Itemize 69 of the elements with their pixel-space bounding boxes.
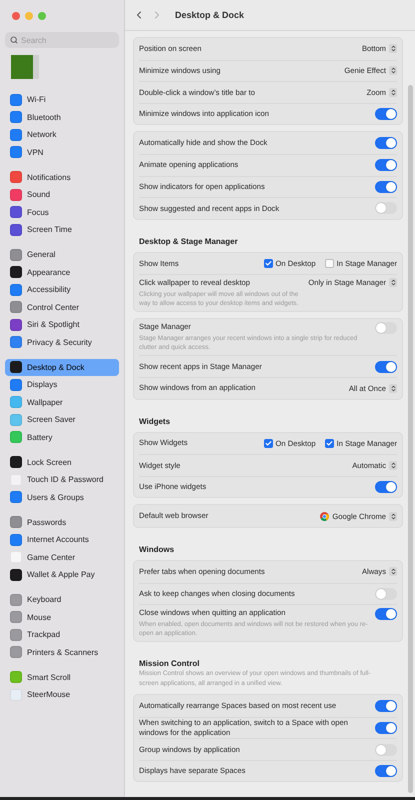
stepper-icon	[389, 278, 397, 288]
toggle-switch[interactable]	[375, 700, 397, 712]
toggle-switch[interactable]	[375, 744, 397, 756]
checkbox-box[interactable]	[264, 259, 273, 268]
sidebar-item[interactable]: VPN	[5, 144, 119, 161]
stepper-icon	[389, 66, 397, 76]
sidebar-item[interactable]: Privacy & Security	[5, 334, 119, 351]
sidebar-item[interactable]: Smart Scroll	[5, 668, 119, 686]
sidebar-item[interactable]: Network	[5, 126, 119, 144]
search-icon	[10, 36, 18, 44]
toggle-switch[interactable]	[375, 481, 397, 494]
sidebar-item[interactable]: Notifications	[5, 168, 119, 186]
sidebar-item[interactable]: Screen Saver	[5, 411, 119, 428]
stepper-icon	[389, 88, 397, 97]
sidebar-item[interactable]: Passwords	[5, 514, 119, 531]
sidebar-item[interactable]: SteerMouse	[5, 686, 119, 704]
sidebar-item[interactable]: Touch ID & Password	[5, 471, 119, 488]
browser-icon	[320, 512, 330, 521]
sidebar-item[interactable]: Control Center	[5, 298, 119, 316]
toggle-switch[interactable]	[375, 108, 397, 120]
sidebar-item[interactable]: Bluetooth	[5, 108, 119, 126]
sidebar-item[interactable]: General	[5, 246, 119, 264]
section-heading: Mission Control	[138, 658, 200, 668]
search-bar[interactable]: Search	[5, 32, 119, 48]
stepper-icon	[389, 384, 397, 393]
toggle-switch[interactable]	[375, 137, 397, 150]
section-heading: Widgets	[138, 416, 172, 426]
sidebar-item[interactable]: Wi-Fi	[5, 91, 119, 108]
stepper-icon	[389, 44, 397, 54]
sidebar-item[interactable]: Printers & Scanners	[5, 644, 119, 661]
sidebar-item[interactable]: Internet Accounts	[5, 531, 119, 548]
stepper-icon	[389, 512, 397, 521]
toggle-switch[interactable]	[375, 180, 397, 193]
sidebar-item[interactable]: Displays	[5, 376, 119, 394]
sidebar-item[interactable]: Appearance	[5, 264, 119, 281]
sidebar-item[interactable]: Battery	[5, 428, 119, 446]
sidebar-item[interactable]: Game Center	[5, 548, 119, 566]
stepper-icon	[389, 567, 397, 576]
sidebar-item[interactable]: Focus	[5, 204, 119, 221]
sidebar-item[interactable]: Screen Time	[5, 221, 119, 238]
sidebar-item[interactable]: Users & Groups	[5, 488, 119, 506]
sidebar-item[interactable]: Keyboard	[5, 591, 119, 608]
checkbox-box[interactable]	[324, 259, 334, 268]
checkbox-box[interactable]	[324, 438, 334, 448]
sidebar-item[interactable]: Desktop & Dock	[5, 358, 119, 376]
sidebar-item[interactable]: Mouse	[5, 608, 119, 626]
toggle-switch[interactable]	[375, 322, 397, 334]
scrollbar[interactable]	[408, 85, 413, 793]
stepper-icon	[389, 461, 397, 470]
toggle-switch[interactable]	[375, 588, 397, 600]
sidebar-item[interactable]: Wallet & Apple Pay	[5, 566, 119, 584]
sidebar-item[interactable]: Lock Screen	[5, 454, 119, 471]
toggle-switch[interactable]	[375, 765, 397, 778]
sidebar-item[interactable]: Trackpad	[5, 626, 119, 644]
search-field[interactable]: Search	[21, 36, 111, 44]
sidebar-item[interactable]: Accessibility	[5, 281, 119, 298]
sidebar-item[interactable]: Wallpaper	[5, 394, 119, 411]
sidebar-item[interactable]: Sound	[5, 186, 119, 204]
toggle-switch[interactable]	[375, 159, 397, 172]
toggle-switch[interactable]	[375, 360, 397, 373]
close-button[interactable]	[12, 12, 20, 20]
toggle-switch[interactable]	[375, 722, 397, 734]
sidebar-item[interactable]: Siri & Spotlight	[5, 316, 119, 334]
toggle-switch[interactable]	[375, 202, 397, 214]
section-heading: Desktop & Stage Manager	[138, 236, 239, 246]
window-title: Desktop & Dock	[175, 10, 244, 20]
toggle-switch[interactable]	[375, 608, 397, 620]
section-heading: Windows	[138, 544, 176, 554]
checkbox-box[interactable]	[264, 438, 273, 448]
